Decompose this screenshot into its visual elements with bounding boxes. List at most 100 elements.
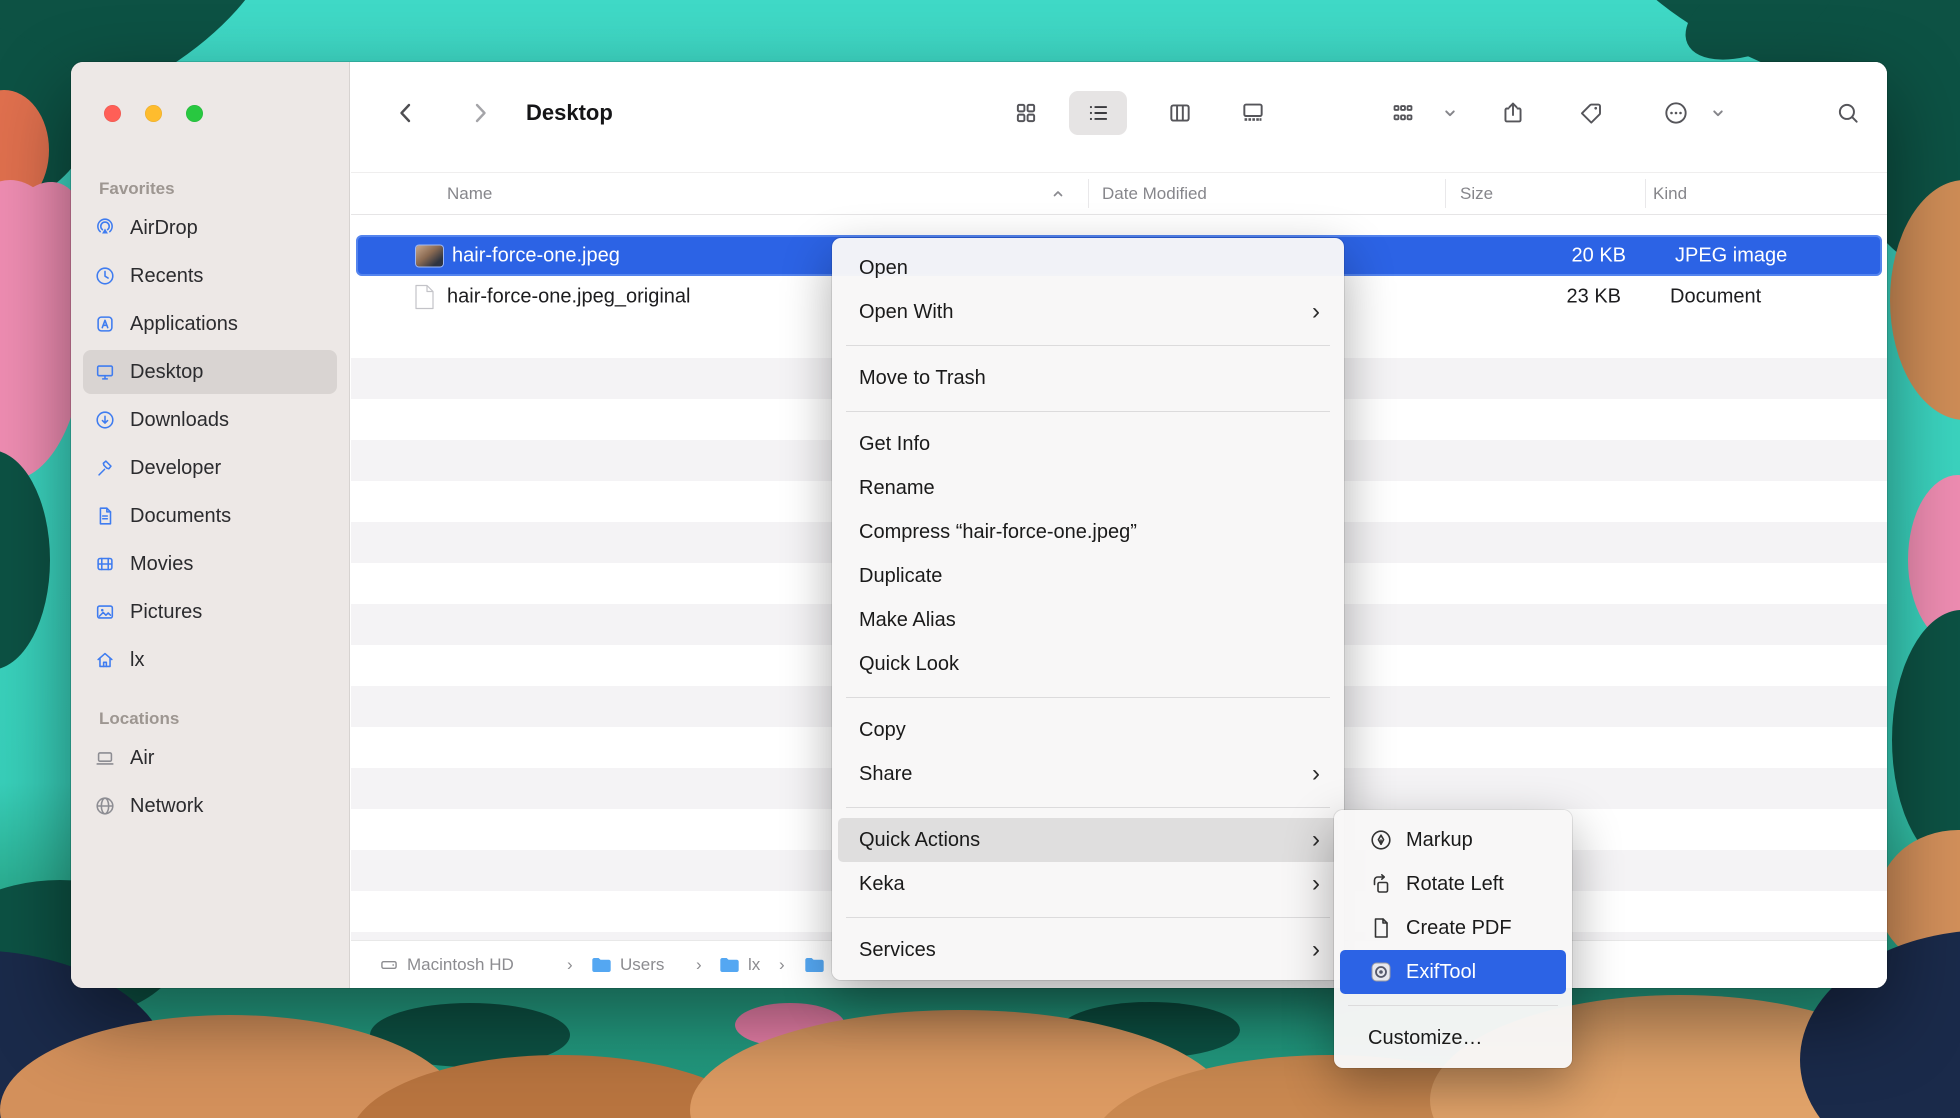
sidebar-item-developer[interactable]: Developer	[83, 446, 337, 490]
menu-item-label: Open With	[859, 301, 953, 324]
toolbar: Desktop	[351, 62, 1887, 172]
column-header-size[interactable]: Size	[1460, 184, 1493, 204]
column-header-name[interactable]: Name	[447, 184, 492, 204]
column-header-date-modified[interactable]: Date Modified	[1102, 184, 1207, 204]
submenu-item-create-pdf[interactable]: Create PDF	[1340, 906, 1566, 950]
menu-item-label: Quick Look	[859, 653, 959, 676]
sidebar-item-recents[interactable]: Recents	[83, 254, 337, 298]
submenu-chevron-icon: ›	[1312, 762, 1326, 786]
menu-item-label: Duplicate	[859, 565, 942, 588]
sidebar-item-network[interactable]: Network	[83, 784, 337, 828]
back-button[interactable]	[392, 99, 420, 127]
path-chevron-icon: ›	[567, 955, 573, 975]
path-item-lx[interactable]: lx	[719, 955, 760, 975]
gallery-view-button[interactable]	[1240, 100, 1266, 126]
submenu-chevron-icon: ›	[1312, 828, 1326, 852]
forward-button[interactable]	[466, 99, 494, 127]
menu-item-quick-look[interactable]: Quick Look	[838, 642, 1338, 686]
column-view-button[interactable]	[1167, 100, 1193, 126]
sidebar-item-label: Air	[130, 747, 154, 770]
sidebar-item-downloads[interactable]: Downloads	[83, 398, 337, 442]
column-header-kind[interactable]: Kind	[1653, 184, 1687, 204]
sidebar-item-label: lx	[130, 649, 144, 672]
menu-item-label: Copy	[859, 719, 906, 742]
share-button[interactable]	[1500, 100, 1527, 127]
menu-item-services[interactable]: Services ›	[838, 928, 1338, 972]
menu-separator	[1334, 994, 1572, 1016]
file-size: 20 KB	[1450, 244, 1626, 267]
menu-item-label: Rename	[859, 477, 935, 500]
sidebar-item-documents[interactable]: Documents	[83, 494, 337, 538]
menu-separator	[832, 334, 1344, 356]
path-item-desktop[interactable]	[804, 956, 833, 974]
menu-item-compress[interactable]: Compress “hair-force-one.jpeg”	[838, 510, 1338, 554]
traffic-lights	[104, 105, 203, 122]
more-actions-button[interactable]	[1663, 100, 1690, 127]
column-divider	[1445, 179, 1446, 208]
submenu-item-markup[interactable]: Markup	[1340, 818, 1566, 862]
menu-item-move-to-trash[interactable]: Move to Trash	[838, 356, 1338, 400]
menu-item-label: Services	[859, 939, 936, 962]
hammer-icon	[93, 457, 117, 479]
home-icon	[93, 649, 117, 671]
sidebar-item-movies[interactable]: Movies	[83, 542, 337, 586]
sidebar-item-air[interactable]: Air	[83, 736, 337, 780]
menu-item-rename[interactable]: Rename	[838, 466, 1338, 510]
submenu-item-label: Create PDF	[1406, 917, 1512, 940]
list-view-button[interactable]	[1085, 100, 1111, 126]
sidebar-item-label: Desktop	[130, 361, 203, 384]
menu-item-label: Move to Trash	[859, 367, 986, 390]
group-button[interactable]	[1390, 100, 1416, 126]
file-kind: JPEG image	[1675, 244, 1787, 267]
sidebar-item-applications[interactable]: Applications	[83, 302, 337, 346]
path-item-label: Macintosh HD	[407, 955, 514, 975]
sidebar-item-pictures[interactable]: Pictures	[83, 590, 337, 634]
photo-icon	[93, 601, 117, 623]
menu-item-open[interactable]: Open	[838, 246, 1338, 290]
menu-item-get-info[interactable]: Get Info	[838, 422, 1338, 466]
more-chevron-down-icon	[1711, 106, 1726, 121]
submenu-chevron-icon: ›	[1312, 938, 1326, 962]
sidebar-item-lx[interactable]: lx	[83, 638, 337, 682]
search-button[interactable]	[1835, 100, 1861, 126]
sidebar-item-label: Movies	[130, 553, 193, 576]
sidebar: Favorites AirDrop Recents Applications D…	[71, 62, 350, 988]
close-window-button[interactable]	[104, 105, 121, 122]
menu-item-quick-actions[interactable]: Quick Actions›	[838, 818, 1338, 862]
group-chevron-down-icon	[1443, 106, 1458, 121]
file-size: 23 KB	[1445, 285, 1621, 308]
submenu-item-label: Markup	[1406, 829, 1473, 852]
path-item-label: Users	[620, 955, 664, 975]
sort-ascending-icon[interactable]	[1051, 187, 1065, 201]
submenu-item-customize[interactable]: Customize…	[1340, 1016, 1566, 1060]
create-pdf-icon	[1368, 916, 1394, 940]
zoom-window-button[interactable]	[186, 105, 203, 122]
sidebar-item-label: Documents	[130, 505, 231, 528]
film-icon	[93, 553, 117, 575]
path-item-macintosh-hd[interactable]: Macintosh HD	[379, 955, 514, 975]
column-divider	[1088, 179, 1089, 208]
sidebar-item-label: AirDrop	[130, 217, 198, 240]
column-headers: Name Date Modified Size Kind	[351, 172, 1887, 215]
minimize-window-button[interactable]	[145, 105, 162, 122]
menu-item-copy[interactable]: Copy	[838, 708, 1338, 752]
submenu-item-rotate-left[interactable]: Rotate Left	[1340, 862, 1566, 906]
menu-item-label: Keka	[859, 873, 905, 896]
sidebar-item-desktop[interactable]: Desktop	[83, 350, 337, 394]
path-item-users[interactable]: Users	[591, 955, 664, 975]
menu-item-share[interactable]: Share›	[838, 752, 1338, 796]
laptop-icon	[93, 747, 117, 769]
tags-button[interactable]	[1578, 100, 1605, 127]
submenu-item-exiftool[interactable]: ExifTool	[1340, 950, 1566, 994]
submenu-chevron-icon: ›	[1312, 872, 1326, 896]
path-chevron-icon: ›	[779, 955, 785, 975]
folder-icon	[591, 956, 612, 974]
path-item-label: lx	[748, 955, 760, 975]
menu-item-open-with[interactable]: Open With›	[838, 290, 1338, 334]
sidebar-item-airdrop[interactable]: AirDrop	[83, 206, 337, 250]
menu-item-keka[interactable]: Keka ›	[838, 862, 1338, 906]
sidebar-item-label: Developer	[130, 457, 221, 480]
menu-item-duplicate[interactable]: Duplicate	[838, 554, 1338, 598]
menu-item-make-alias[interactable]: Make Alias	[838, 598, 1338, 642]
icon-view-button[interactable]	[1013, 100, 1039, 126]
